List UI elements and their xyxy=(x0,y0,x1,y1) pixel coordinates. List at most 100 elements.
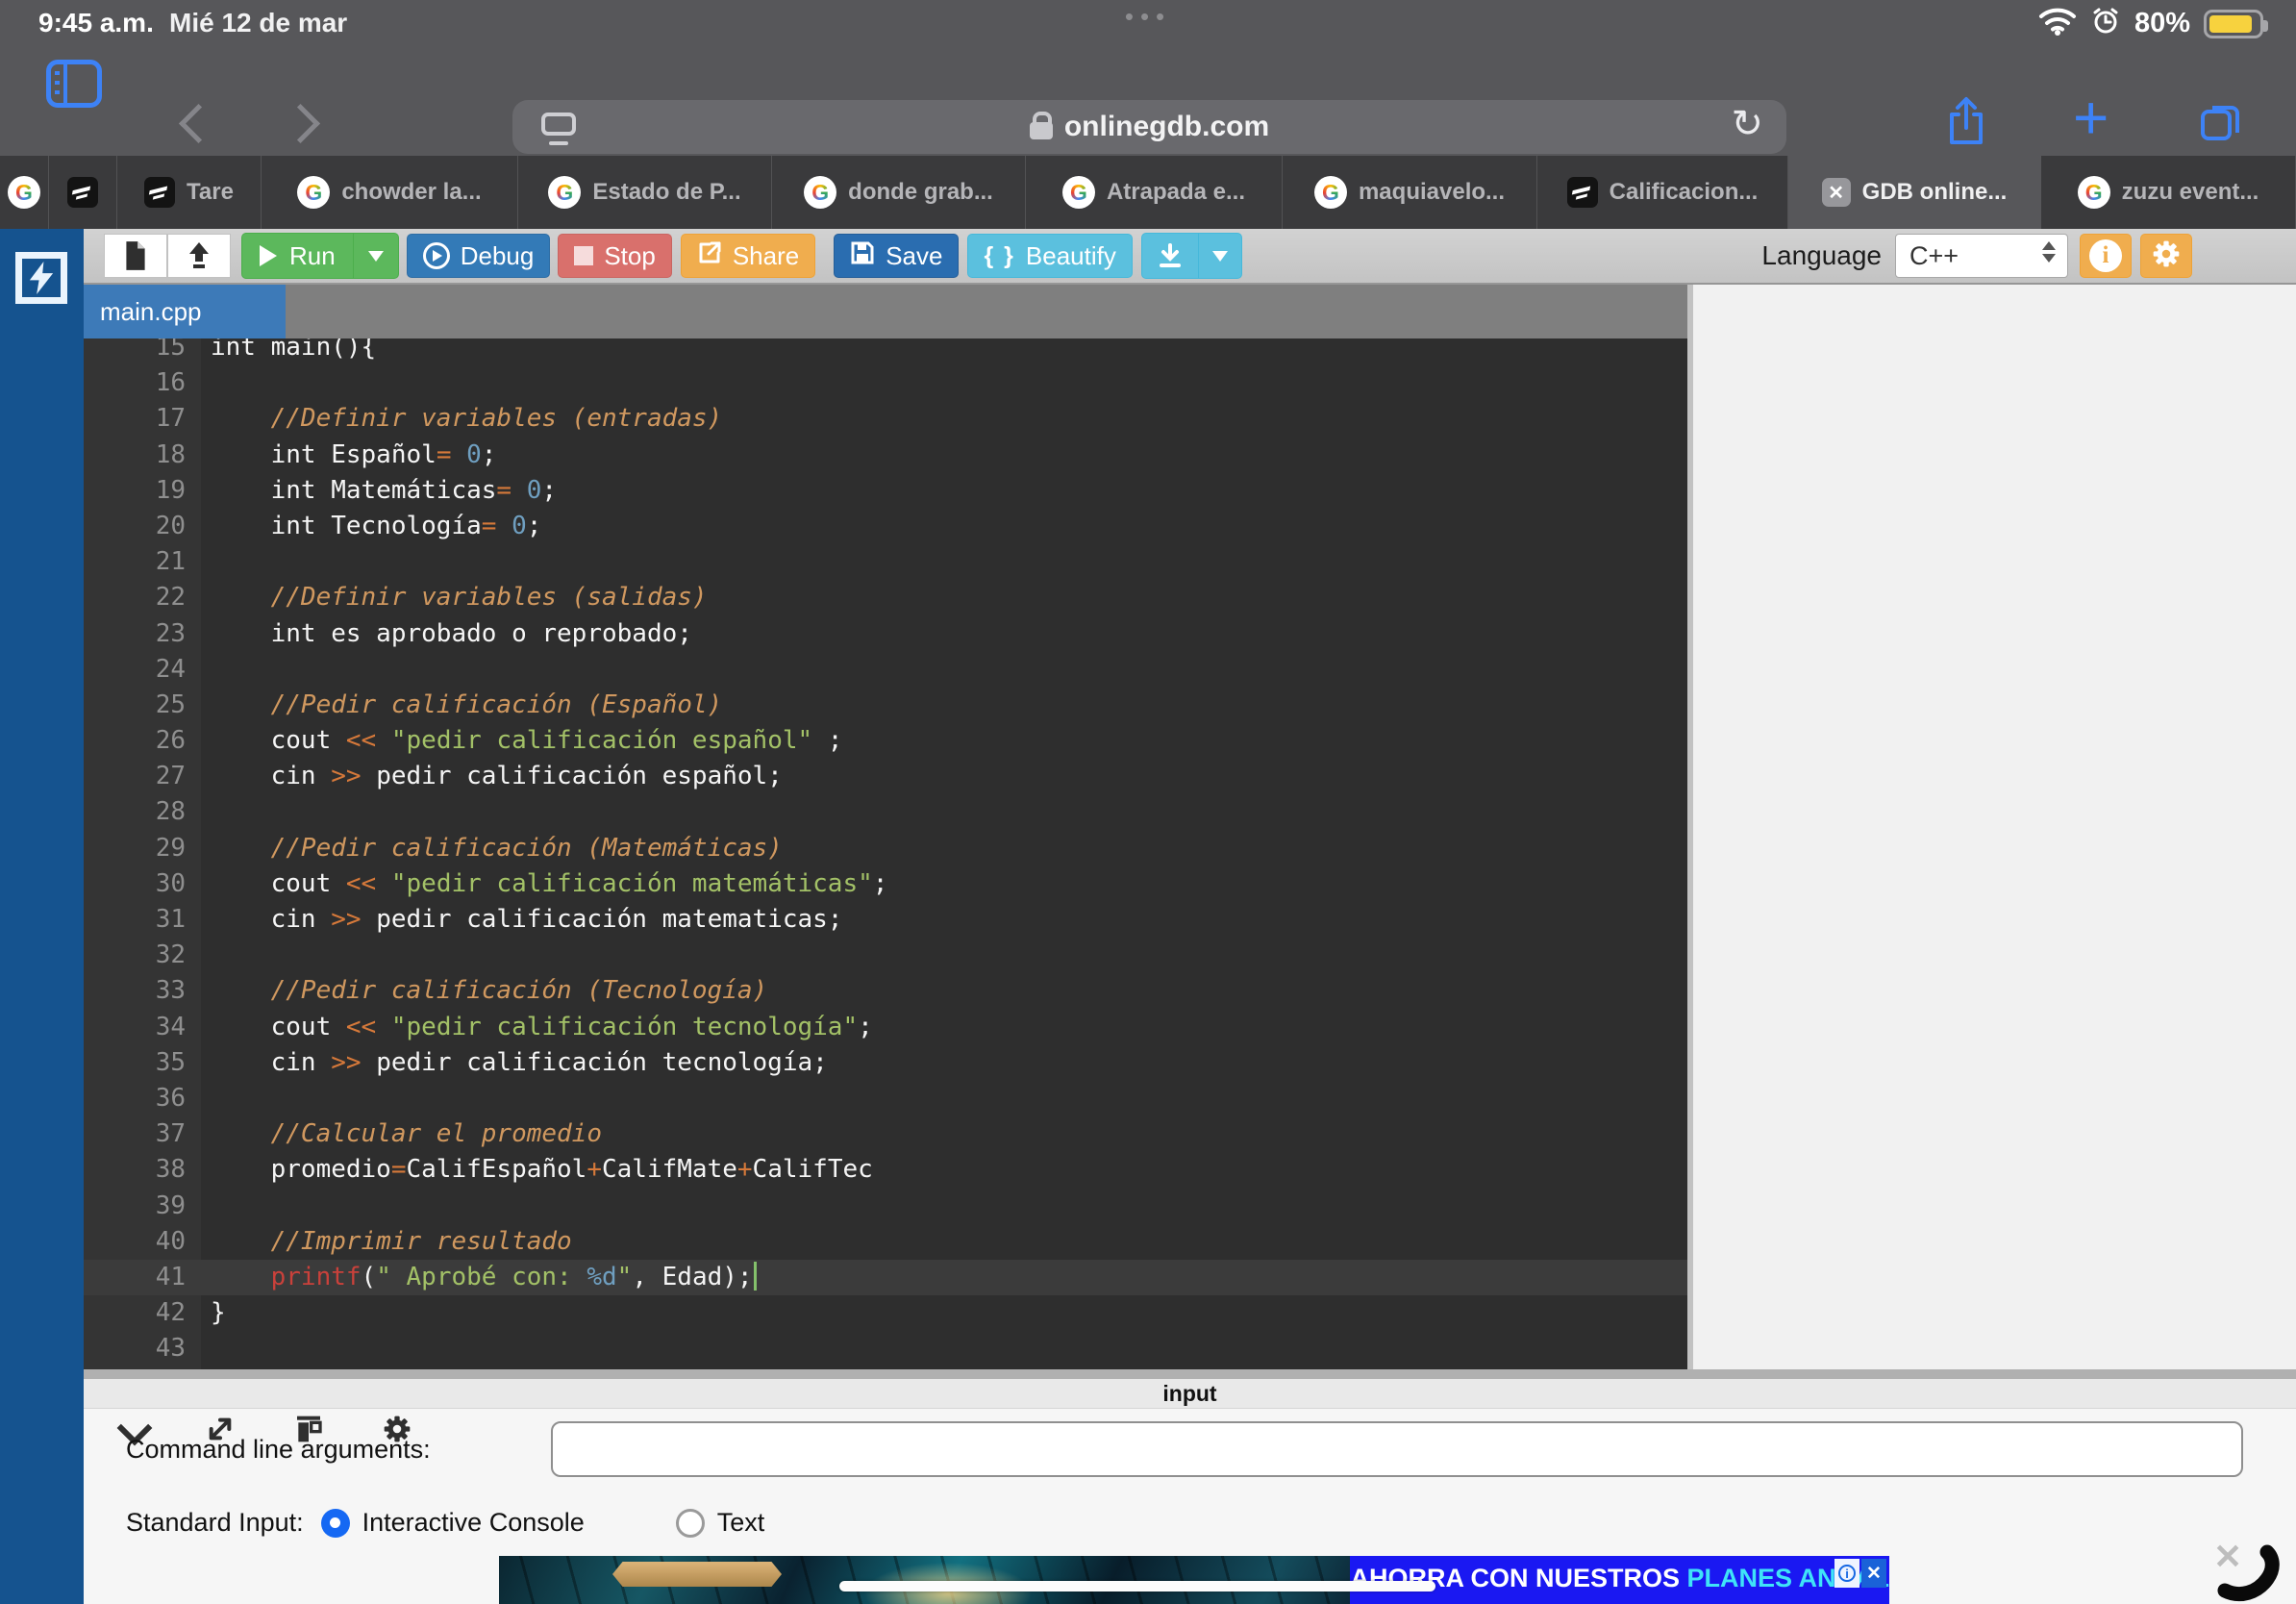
new-file-button[interactable] xyxy=(104,234,167,278)
browser-tab-tare[interactable]: Tare xyxy=(117,156,262,229)
radio-text[interactable] xyxy=(676,1509,705,1538)
code-line-28[interactable]: 28 xyxy=(84,794,1687,830)
info-button[interactable]: i xyxy=(2080,234,2132,278)
code-line-35[interactable]: 35 cin >> pedir calificación tecnología; xyxy=(84,1045,1687,1081)
code-line-33[interactable]: 33 //Pedir calificación (Tecnología) xyxy=(84,973,1687,1009)
code-line-23[interactable]: 23 int es aprobado o reprobado; xyxy=(84,616,1687,652)
code-line-43[interactable]: 43 xyxy=(84,1331,1687,1366)
tab-overview-icon[interactable] xyxy=(2196,98,2244,149)
line-number: 33 xyxy=(84,973,201,1009)
download-options-caret[interactable] xyxy=(1198,234,1241,278)
code-line-30[interactable]: 30 cout << "pedir calificación matemátic… xyxy=(84,866,1687,902)
code-text xyxy=(201,544,211,580)
home-indicator[interactable] xyxy=(839,1581,1435,1591)
code-line-18[interactable]: 18 int Español= 0; xyxy=(84,438,1687,473)
browser-tab-chowder-la[interactable]: Gchowder la... xyxy=(262,156,518,229)
debug-button[interactable]: Debug xyxy=(407,234,551,278)
code-line-38[interactable]: 38 promedio=CalifEspañol+CalifMate+Calif… xyxy=(84,1152,1687,1188)
code-text: int Tecnología= 0; xyxy=(201,509,541,544)
cmd-args-input[interactable] xyxy=(551,1421,2243,1477)
ad-close-icon[interactable]: ✕ xyxy=(1861,1559,1886,1588)
code-line-36[interactable]: 36 xyxy=(84,1081,1687,1116)
code-text: cin >> pedir calificación tecnología; xyxy=(201,1045,828,1081)
radio-interactive-label: Interactive Console xyxy=(362,1508,585,1538)
line-number: 19 xyxy=(84,473,201,509)
code-line-34[interactable]: 34 cout << "pedir calificación tecnologí… xyxy=(84,1010,1687,1045)
reload-icon[interactable]: ↻ xyxy=(1731,102,1763,146)
code-line-29[interactable]: 29 //Pedir calificación (Matemáticas) xyxy=(84,831,1687,866)
download-button[interactable] xyxy=(1141,233,1242,279)
language-select[interactable]: C++ xyxy=(1895,234,2068,278)
ad-artwork[interactable]: HBOORIGINAL xyxy=(499,1556,1350,1604)
upload-button[interactable] xyxy=(167,234,231,278)
code-editor[interactable]: 15int main(){1617 //Definir variables (e… xyxy=(84,338,1687,1369)
code-line-25[interactable]: 25 //Pedir calificación (Español) xyxy=(84,688,1687,723)
code-line-15[interactable]: 15int main(){ xyxy=(84,338,1687,365)
adchoices-icon[interactable]: i xyxy=(1834,1559,1859,1588)
code-line-40[interactable]: 40 //Imprimir resultado xyxy=(84,1224,1687,1260)
line-number: 25 xyxy=(84,688,201,723)
code-line-26[interactable]: 26 cout << "pedir calificación español" … xyxy=(84,723,1687,759)
gdb-logo-icon[interactable] xyxy=(15,252,67,304)
browser-tab-0[interactable]: G xyxy=(0,156,49,229)
code-line-39[interactable]: 39 xyxy=(84,1189,1687,1224)
code-line-24[interactable]: 24 xyxy=(84,652,1687,688)
code-line-27[interactable]: 27 cin >> pedir calificación español; xyxy=(84,759,1687,794)
panel-divider[interactable] xyxy=(84,1369,2296,1379)
code-line-16[interactable]: 16 xyxy=(84,365,1687,401)
gdb-sidebar xyxy=(0,229,84,1604)
address-bar[interactable]: onlinegdb.com ↻ xyxy=(512,100,1786,154)
code-line-19[interactable]: 19 int Matemáticas= 0; xyxy=(84,473,1687,509)
share-export-icon[interactable] xyxy=(1944,94,1988,153)
save-button[interactable]: Save xyxy=(834,234,959,278)
tab-strip: G Tare Gchowder la...GEstado de P...Gdonde… xyxy=(0,156,2296,229)
run-button[interactable]: Run xyxy=(241,233,399,279)
browser-tab-1[interactable] xyxy=(49,156,117,229)
code-text: cout << "pedir calificación español" ; xyxy=(201,723,842,759)
radio-interactive-console[interactable] xyxy=(321,1509,350,1538)
multitask-handle[interactable]: ••• xyxy=(1125,2,1171,32)
new-tab-icon[interactable]: + xyxy=(2073,87,2109,148)
browser-tab-donde-grab[interactable]: Gdonde grab... xyxy=(772,156,1026,229)
browser-tab-maquiavelo[interactable]: Gmaquiavelo... xyxy=(1283,156,1537,229)
code-text xyxy=(201,794,211,830)
code-line-31[interactable]: 31 cin >> pedir calificación matematicas… xyxy=(84,902,1687,938)
back-icon[interactable] xyxy=(179,104,218,143)
code-line-20[interactable]: 20 int Tecnología= 0; xyxy=(84,509,1687,544)
beautify-button[interactable]: { } Beautify xyxy=(967,234,1132,278)
braces-icon: { } xyxy=(984,242,1014,270)
ad-message[interactable]: AHORRA CON NUESTROS PLANES ANUAL 9.00 i … xyxy=(1350,1556,1889,1604)
browser-tab-zuzu-event[interactable]: Gzuzu event... xyxy=(2041,156,2296,229)
code-line-32[interactable]: 32 xyxy=(84,938,1687,973)
code-line-22[interactable]: 22 //Definir variables (salidas) xyxy=(84,580,1687,615)
settings-button[interactable] xyxy=(2140,234,2192,278)
stop-button[interactable]: Stop xyxy=(558,234,672,278)
forward-icon[interactable] xyxy=(281,104,320,143)
code-text: //Definir variables (entradas) xyxy=(201,401,722,437)
browser-tab-estado-de-p[interactable]: GEstado de P... xyxy=(518,156,772,229)
tab-title: Tare xyxy=(187,179,234,206)
browser-tab-gdb-online[interactable]: ✕GDB online... xyxy=(1788,156,2041,229)
browser-tab-calificacion[interactable]: Calificacion... xyxy=(1537,156,1788,229)
browser-tab-atrapada-e[interactable]: GAtrapada e... xyxy=(1026,156,1283,229)
clock-time: 9:45 a.m. xyxy=(38,8,154,38)
line-number: 26 xyxy=(84,723,201,759)
sidebar-toggle-icon[interactable] xyxy=(46,60,102,108)
code-line-41[interactable]: 41 printf(" Aprobé con: %d", Edad); xyxy=(84,1260,1687,1295)
wifi-icon xyxy=(2038,7,2077,40)
ad-banner[interactable]: HBOORIGINAL AHORRA CON NUESTROS PLANES A… xyxy=(499,1556,1889,1604)
file-tab-main-cpp[interactable]: main.cpp xyxy=(84,285,286,338)
run-options-caret[interactable] xyxy=(353,234,398,278)
alarm-icon xyxy=(2090,6,2121,41)
tab-close-icon[interactable]: ✕ xyxy=(1822,178,1851,207)
line-number: 32 xyxy=(84,938,201,973)
share-icon xyxy=(697,240,722,272)
code-line-42[interactable]: 42} xyxy=(84,1295,1687,1331)
page-settings-icon[interactable] xyxy=(541,113,576,136)
line-number: 23 xyxy=(84,616,201,652)
code-line-17[interactable]: 17 //Definir variables (entradas) xyxy=(84,401,1687,437)
share-button[interactable]: Share xyxy=(681,234,815,278)
battery-percent: 80% xyxy=(2134,8,2190,39)
code-line-37[interactable]: 37 //Calcular el promedio xyxy=(84,1116,1687,1152)
code-line-21[interactable]: 21 xyxy=(84,544,1687,580)
